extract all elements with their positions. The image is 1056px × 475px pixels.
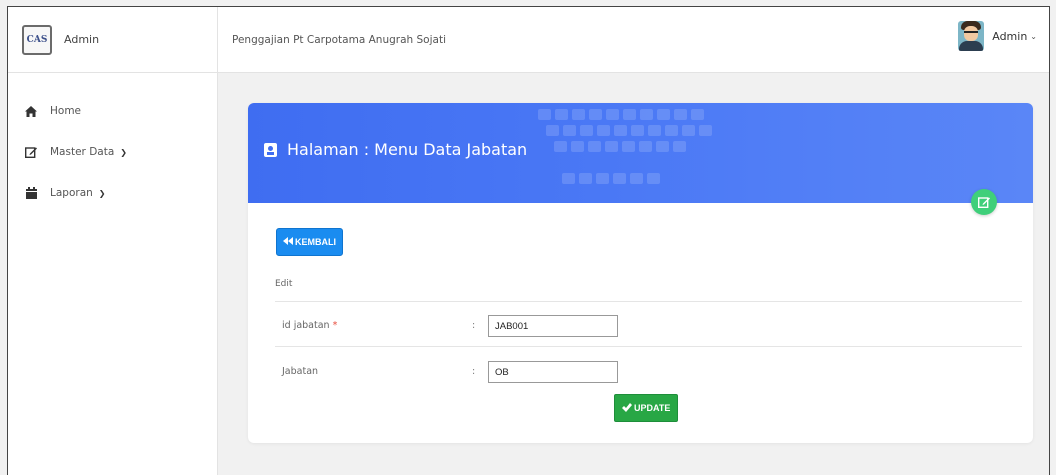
content-card: Halaman : Menu Data Jabatan KEMBALI Edit… [248,103,1033,443]
sidebar-item-label: Home [50,105,82,117]
back-button-label: KEMBALI [295,237,336,247]
chevron-down-icon: ❯ [120,147,127,157]
sidebar-item-master-data[interactable]: Master Data ❯ [25,142,217,162]
calendar-icon [25,187,37,199]
edit-fab-button[interactable] [971,189,997,215]
chevron-down-icon: ❯ [98,188,106,198]
header-decoration [538,103,858,203]
home-icon [25,105,37,117]
sidebar: Home Master Data ❯ Laporan ❯ [8,73,218,475]
field-label-id-jabatan: id jabatan * [282,320,337,331]
update-button-label: UPDATE [634,403,671,413]
jabatan-input[interactable] [488,361,618,383]
divider [275,346,1022,347]
section-label: Edit [275,279,293,289]
update-button[interactable]: UPDATE [614,394,679,422]
check-icon [622,402,632,414]
field-label-text: id jabatan [282,320,330,331]
id-jabatan-input[interactable] [488,315,618,337]
sidebar-item-label: Laporan [50,187,93,199]
edit-icon [25,146,37,158]
app-frame: CAS Admin Penggajian Pt Carpotama Anugra… [7,6,1050,475]
backward-icon [283,237,293,247]
sidebar-item-laporan[interactable]: Laporan ❯ [25,183,217,203]
field-colon: : [472,366,476,377]
required-marker: * [332,320,338,331]
page-title-text: Halaman : Menu Data Jabatan [287,140,528,159]
address-book-icon [264,142,277,157]
sidebar-item-label: Master Data [50,146,115,158]
field-label-jabatan: Jabatan [282,366,318,377]
edit-icon [978,197,990,208]
user-menu[interactable]: Admin ⌄ [958,21,1037,51]
sidebar-item-home[interactable]: Home [25,101,217,121]
card-header: Halaman : Menu Data Jabatan [248,103,1033,203]
top-navbar: Penggajian Pt Carpotama Anugrah Sojati A… [218,7,1049,73]
divider [275,301,1022,302]
chevron-down-icon[interactable]: ⌄ [1030,32,1037,41]
app-title: Penggajian Pt Carpotama Anugrah Sojati [232,33,446,46]
page-title: Halaman : Menu Data Jabatan [264,140,527,159]
field-label-text: Jabatan [282,366,319,377]
avatar[interactable] [958,21,985,51]
back-button[interactable]: KEMBALI [276,228,343,256]
field-colon: : [472,320,476,331]
brand-name: Admin [64,33,100,46]
user-name[interactable]: Admin [992,30,1027,43]
company-logo: CAS [22,24,52,55]
brand: CAS Admin [8,7,218,73]
